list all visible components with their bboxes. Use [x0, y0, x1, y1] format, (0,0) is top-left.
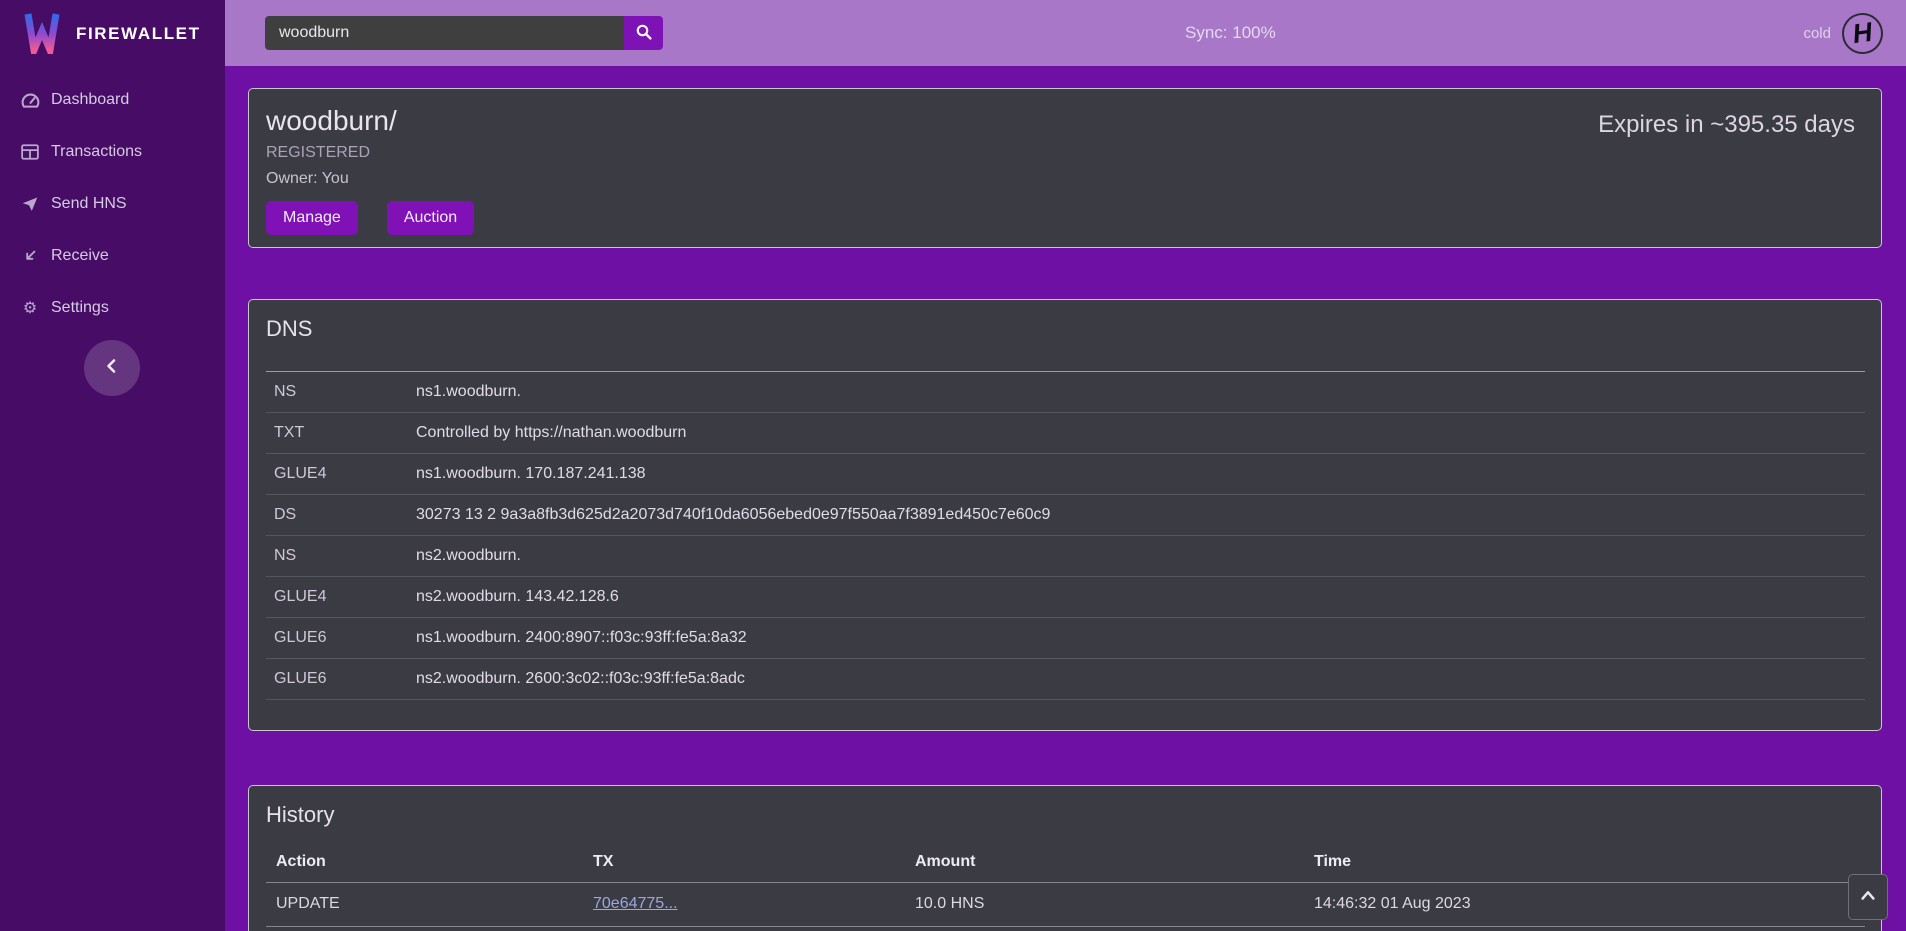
domain-expiry: Expires in ~395.35 days	[1598, 111, 1855, 139]
history-table: Action TX Amount Time UPDATE 70e64775...…	[266, 842, 1865, 931]
dns-table: NS ns1.woodburn. TXT Controlled by https…	[266, 371, 1865, 700]
sidebar-item-settings[interactable]: ⚙ Settings	[0, 282, 225, 334]
wallet-name: cold	[1803, 25, 1831, 42]
sidebar-item-label: Receive	[51, 247, 109, 265]
sidebar-item-send-hns[interactable]: Send HNS	[0, 178, 225, 230]
dns-record-type: TXT	[266, 413, 416, 454]
history-amount: 10.0 HNS	[905, 926, 1304, 931]
brand: FIREWALLET	[0, 0, 225, 62]
sidebar-nav: Dashboard Transactions Send HNS	[0, 74, 225, 334]
history-col-time: Time	[1304, 842, 1865, 882]
receive-arrow-icon	[20, 248, 40, 264]
history-card-title: History	[266, 802, 1865, 828]
dns-record-value: Controlled by https://nathan.woodburn	[416, 413, 1865, 454]
dns-record-value: ns1.woodburn.	[416, 372, 1865, 413]
brand-name: FIREWALLET	[76, 24, 201, 44]
dns-record-type: GLUE4	[266, 577, 416, 618]
search-icon	[635, 23, 653, 44]
dns-record-type: GLUE6	[266, 618, 416, 659]
history-row: UPDATE 70e64775... 10.0 HNS 14:46:32 01 …	[266, 882, 1865, 926]
search-button[interactable]	[624, 16, 663, 50]
sidebar-item-label: Dashboard	[51, 91, 129, 109]
domain-card: woodburn/ REGISTERED Owner: You Manage A…	[248, 88, 1882, 248]
sidebar-item-label: Settings	[51, 299, 109, 317]
handshake-logo-icon: H	[1839, 10, 1885, 56]
chevron-left-icon	[102, 356, 122, 381]
dns-record-value: ns2.woodburn. 2600:3c02::f03c:93ff:fe5a:…	[416, 659, 1865, 700]
main-content: woodburn/ REGISTERED Owner: You Manage A…	[225, 66, 1906, 931]
search-input[interactable]	[265, 16, 624, 50]
dns-record-row: TXT Controlled by https://nathan.woodbur…	[266, 413, 1865, 454]
search-group	[265, 16, 663, 50]
dns-record-type: NS	[266, 372, 416, 413]
dns-record-row: NS ns1.woodburn.	[266, 372, 1865, 413]
manage-button[interactable]: Manage	[266, 201, 358, 235]
dashboard-gauge-icon	[20, 92, 40, 109]
dns-record-row: DS 30273 13 2 9a3a8fb3d625d2a2073d740f10…	[266, 495, 1865, 536]
dns-record-type: DS	[266, 495, 416, 536]
dns-record-value: ns2.woodburn.	[416, 536, 1865, 577]
dns-record-row: GLUE4 ns2.woodburn. 143.42.128.6	[266, 577, 1865, 618]
wallet-group[interactable]: cold H	[1803, 13, 1906, 54]
sidebar-item-dashboard[interactable]: Dashboard	[0, 74, 225, 126]
dns-record-row: GLUE6 ns2.woodburn. 2600:3c02::f03c:93ff…	[266, 659, 1865, 700]
sidebar-item-label: Transactions	[51, 143, 142, 161]
history-action: RENEW	[266, 926, 583, 931]
history-col-tx: TX	[583, 842, 905, 882]
settings-gear-icon: ⚙	[20, 298, 40, 318]
history-action: UPDATE	[266, 882, 583, 926]
history-card: History Action TX Amount Time UPDATE 70e…	[248, 785, 1882, 931]
history-time: 15:47:36 07 Jul 2023	[1304, 926, 1865, 931]
tx-link[interactable]: 70e64775...	[593, 895, 678, 912]
history-header-row: Action TX Amount Time	[266, 842, 1865, 882]
history-row: RENEW d73c6e4... 10.0 HNS 15:47:36 07 Ju…	[266, 926, 1865, 931]
firewallet-w-logo-icon	[22, 10, 62, 59]
dns-record-type: NS	[266, 536, 416, 577]
transactions-table-icon	[20, 144, 40, 160]
dns-record-value: ns2.woodburn. 143.42.128.6	[416, 577, 1865, 618]
sync-status: Sync: 100%	[1185, 0, 1276, 66]
domain-owner: Owner: You	[266, 170, 1855, 188]
dns-record-row: GLUE4 ns1.woodburn. 170.187.241.138	[266, 454, 1865, 495]
dns-card-title: DNS	[266, 316, 1865, 342]
dns-record-type: GLUE4	[266, 454, 416, 495]
sidebar-item-label: Send HNS	[51, 195, 127, 213]
sidebar-item-receive[interactable]: Receive	[0, 230, 225, 282]
history-amount: 10.0 HNS	[905, 882, 1304, 926]
sidebar-item-transactions[interactable]: Transactions	[0, 126, 225, 178]
chevron-up-icon	[1859, 888, 1877, 907]
send-plane-icon	[20, 196, 40, 212]
dns-record-type: GLUE6	[266, 659, 416, 700]
topbar: Sync: 100% cold H	[225, 0, 1906, 66]
domain-status: REGISTERED	[266, 144, 1855, 162]
history-col-action: Action	[266, 842, 583, 882]
dns-record-value: 30273 13 2 9a3a8fb3d625d2a2073d740f10da6…	[416, 495, 1865, 536]
history-col-amount: Amount	[905, 842, 1304, 882]
scroll-to-top-button[interactable]	[1848, 874, 1888, 920]
history-time: 14:46:32 01 Aug 2023	[1304, 882, 1865, 926]
dns-record-value: ns1.woodburn. 170.187.241.138	[416, 454, 1865, 495]
dns-card: DNS NS ns1.woodburn. TXT Controlled by h…	[248, 299, 1882, 731]
dns-record-row: NS ns2.woodburn.	[266, 536, 1865, 577]
sidebar: FIREWALLET Dashboard Transactions	[0, 0, 225, 931]
dns-record-value: ns1.woodburn. 2400:8907::f03c:93ff:fe5a:…	[416, 618, 1865, 659]
auction-button[interactable]: Auction	[387, 201, 474, 235]
dns-record-row: GLUE6 ns1.woodburn. 2400:8907::f03c:93ff…	[266, 618, 1865, 659]
sidebar-collapse-button[interactable]	[84, 340, 140, 396]
